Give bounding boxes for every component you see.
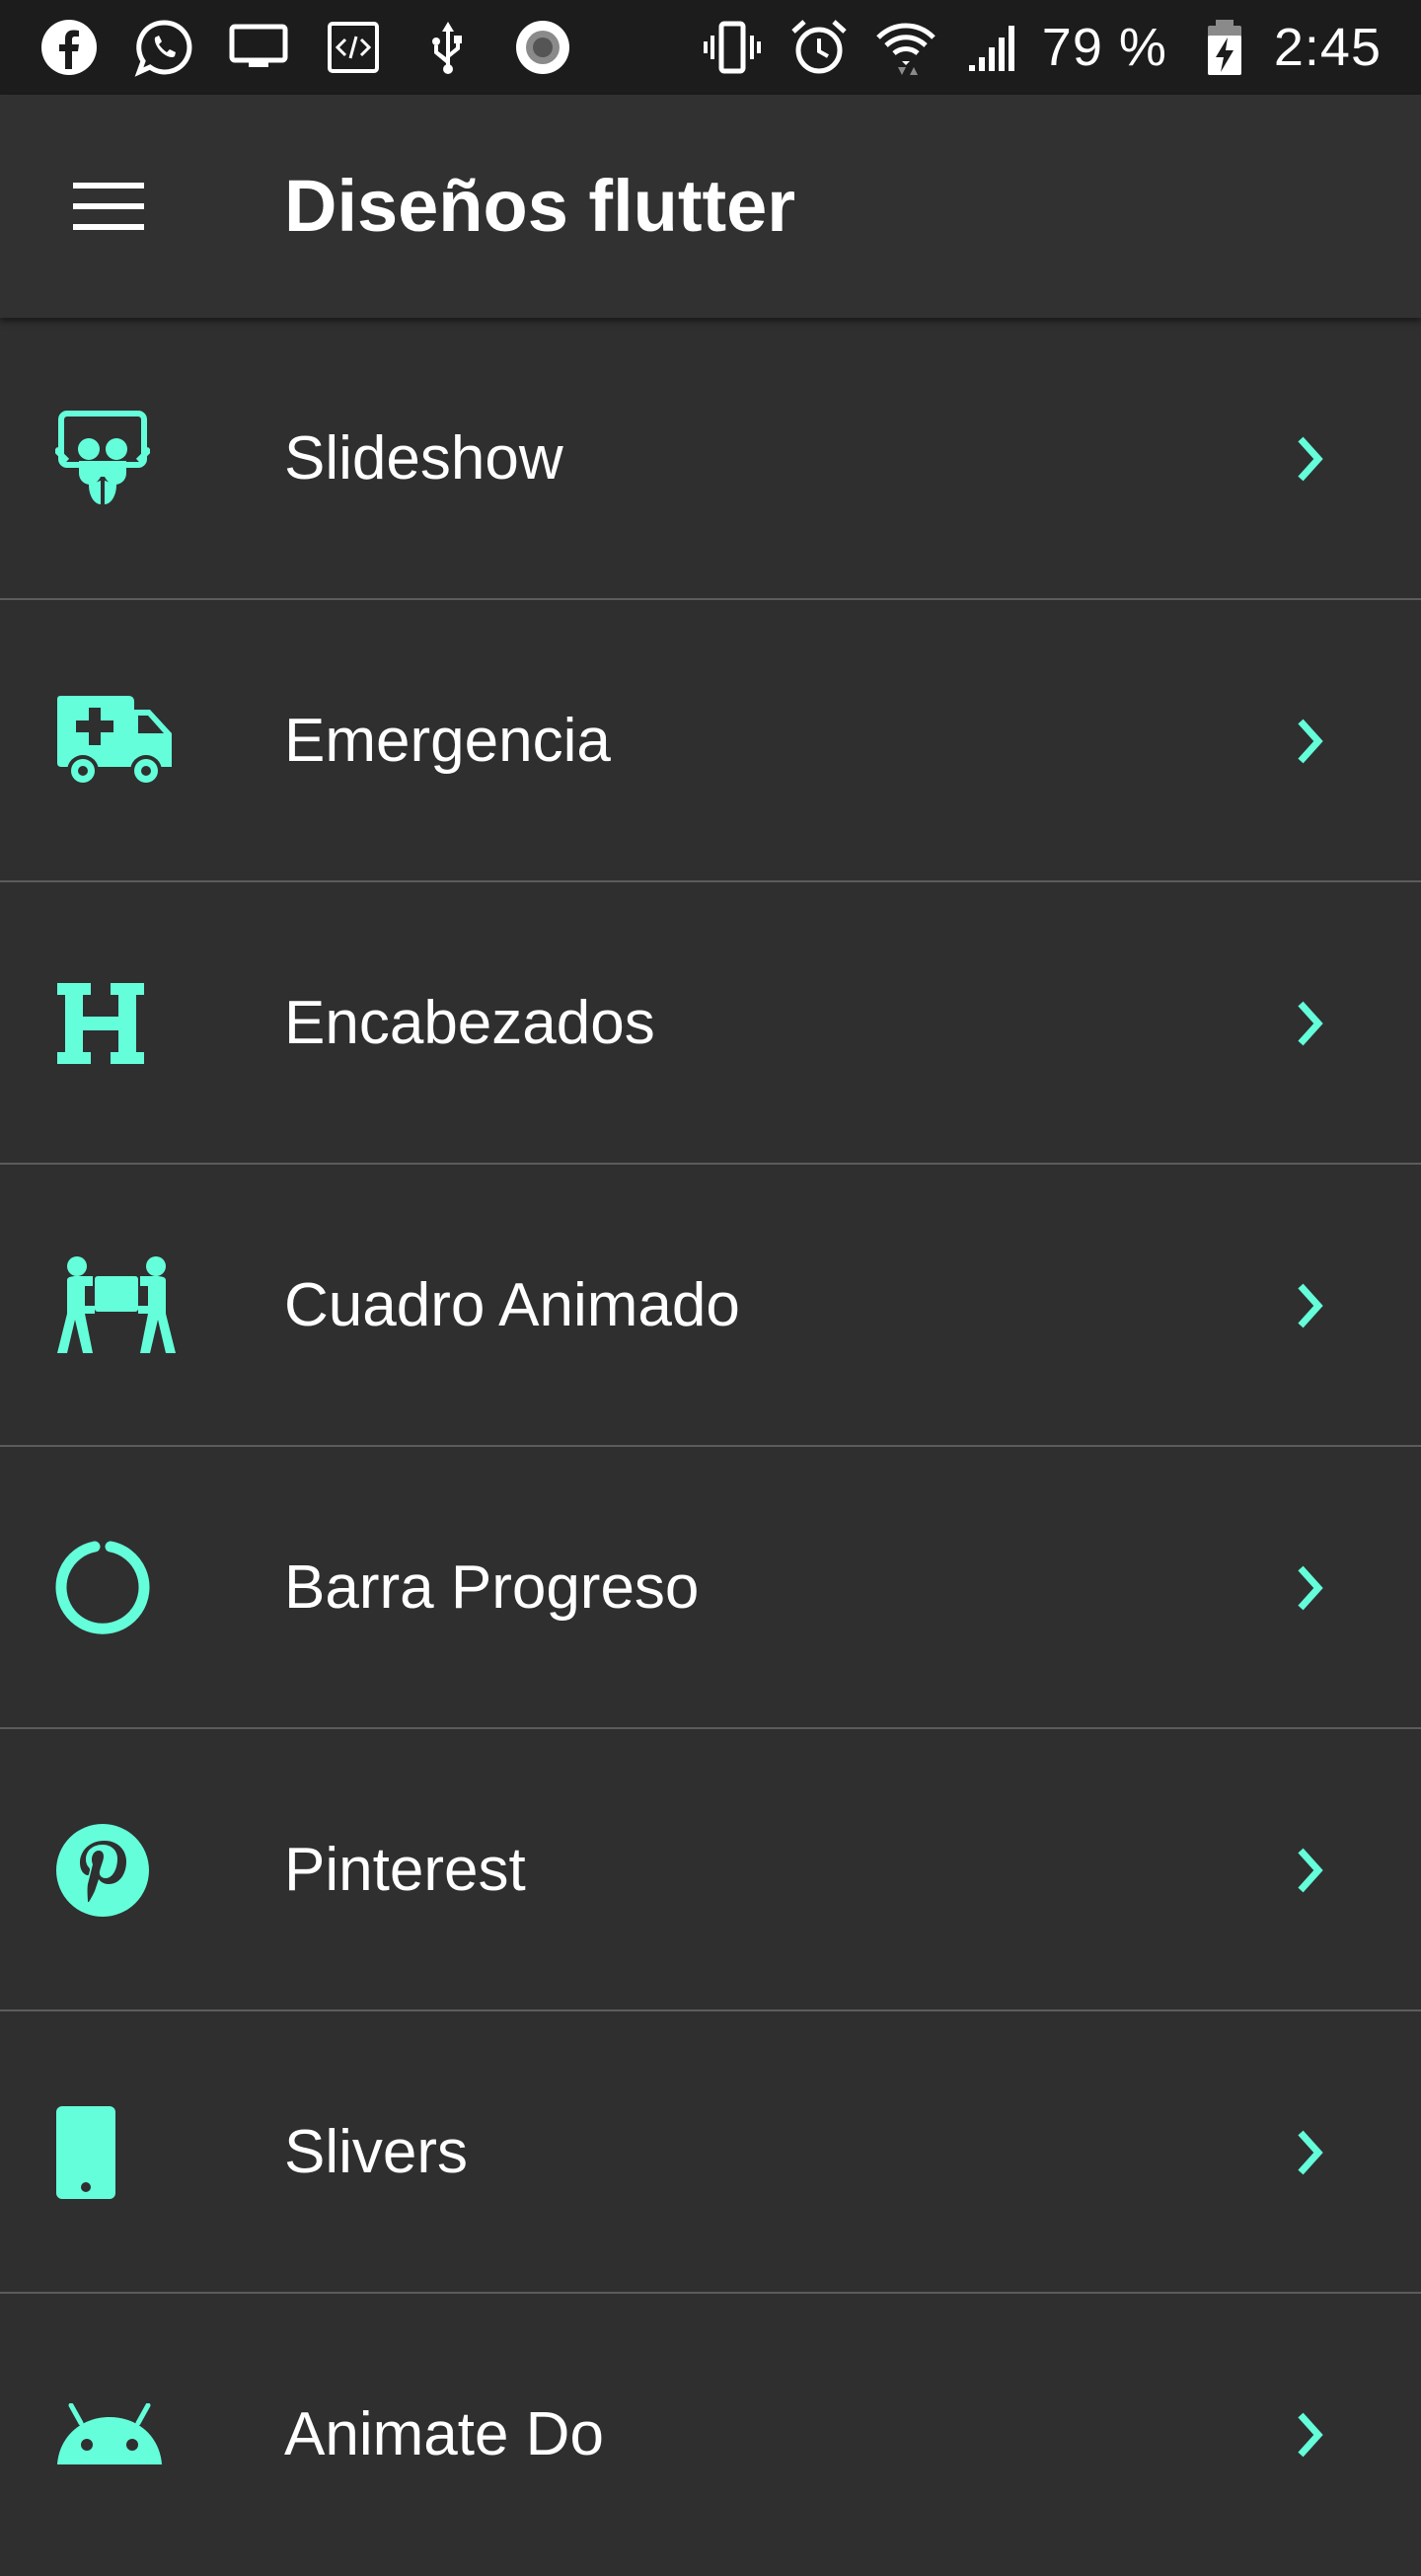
list-item-label: Pinterest bbox=[284, 1836, 526, 1904]
slideshare-icon bbox=[55, 318, 193, 600]
android-icon bbox=[55, 2294, 193, 2576]
pinterest-icon bbox=[55, 1729, 193, 2011]
chevron-right-icon bbox=[1281, 1841, 1340, 1900]
notification-icons bbox=[39, 0, 608, 95]
list-item-slideshow[interactable]: Slideshow bbox=[0, 318, 1421, 600]
signal-icon bbox=[963, 18, 1022, 77]
list-item-label: Animate Do bbox=[284, 2400, 604, 2468]
menu-icon bbox=[73, 177, 148, 236]
battery-charging-icon bbox=[1195, 18, 1254, 77]
list-item-label: Barra Progreso bbox=[284, 1553, 700, 1622]
chevron-right-icon bbox=[1281, 1558, 1340, 1618]
alarm-icon bbox=[789, 18, 849, 77]
mobile-icon bbox=[55, 2011, 193, 2294]
menu-button[interactable] bbox=[55, 157, 166, 256]
list-item-pinterest[interactable]: Pinterest bbox=[0, 1729, 1421, 2011]
list-item-label: Cuadro Animado bbox=[284, 1271, 740, 1339]
list-item-label: Emergencia bbox=[284, 707, 611, 775]
clock: 2:45 bbox=[1273, 18, 1382, 77]
wifi-icon bbox=[876, 18, 935, 77]
list-item-label: Slivers bbox=[284, 2118, 469, 2186]
monitor-icon bbox=[229, 18, 288, 77]
code-icon bbox=[324, 18, 383, 77]
system-status: 79 % 2:45 bbox=[675, 0, 1382, 95]
list-item-cuadro-animado[interactable]: Cuadro Animado bbox=[0, 1165, 1421, 1447]
battery-percentage: 79 % bbox=[1041, 18, 1167, 77]
chevron-right-icon bbox=[1281, 429, 1340, 489]
list-item-slivers[interactable]: Slivers bbox=[0, 2011, 1421, 2294]
status-bar: 79 % 2:45 bbox=[0, 0, 1421, 95]
ambulance-icon bbox=[55, 600, 193, 882]
chevron-right-icon bbox=[1281, 2405, 1340, 2464]
list-item-encabezados[interactable]: Encabezados bbox=[0, 882, 1421, 1165]
heading-icon bbox=[55, 882, 193, 1165]
facebook-icon bbox=[39, 18, 99, 77]
list-item-barra-progreso[interactable]: Barra Progreso bbox=[0, 1447, 1421, 1729]
app-bar: Diseños flutter bbox=[0, 95, 1421, 318]
page-title: Diseños flutter bbox=[284, 165, 796, 247]
list-item-label: Slideshow bbox=[284, 424, 563, 492]
chevron-right-icon bbox=[1281, 712, 1340, 771]
vibrate-icon bbox=[703, 18, 762, 77]
record-icon bbox=[513, 18, 572, 77]
people-carry-icon bbox=[55, 1165, 193, 1447]
list-item-label: Encabezados bbox=[284, 989, 655, 1057]
list-item-emergencia[interactable]: Emergencia bbox=[0, 600, 1421, 882]
chevron-right-icon bbox=[1281, 2123, 1340, 2182]
usb-icon bbox=[418, 18, 478, 77]
chevron-right-icon bbox=[1281, 994, 1340, 1053]
chevron-right-icon bbox=[1281, 1276, 1340, 1335]
list-item-animate-do[interactable]: Animate Do bbox=[0, 2294, 1421, 2576]
circle-notch-icon bbox=[55, 1447, 193, 1729]
menu-list: Slideshow Emergencia Encabezados Cuadro … bbox=[0, 318, 1421, 2576]
whatsapp-icon bbox=[134, 18, 193, 77]
